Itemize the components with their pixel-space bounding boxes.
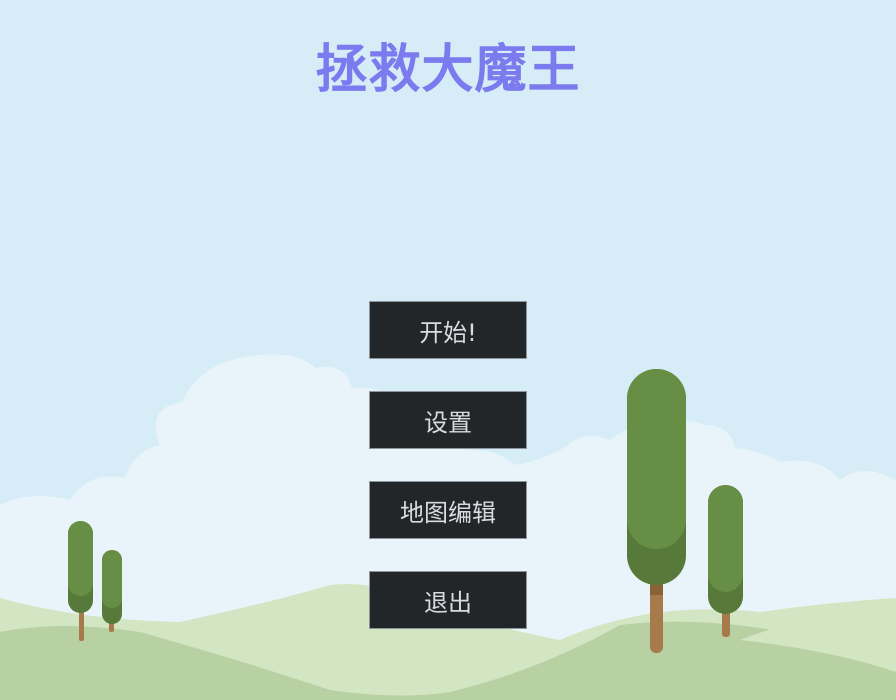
start-button-label: 开始! bbox=[419, 318, 477, 347]
settings-button-label: 设置 bbox=[424, 408, 472, 437]
quit-button[interactable]: 退出 bbox=[369, 571, 527, 629]
map-editor-button-label: 地图编辑 bbox=[400, 498, 496, 527]
quit-button-label: 退出 bbox=[424, 588, 472, 617]
map-editor-button[interactable]: 地图编辑 bbox=[369, 481, 527, 539]
start-button[interactable]: 开始! bbox=[369, 301, 527, 359]
settings-button[interactable]: 设置 bbox=[369, 391, 527, 449]
tree-left-2 bbox=[102, 550, 122, 632]
game-title: 拯救大魔王 bbox=[315, 40, 581, 100]
